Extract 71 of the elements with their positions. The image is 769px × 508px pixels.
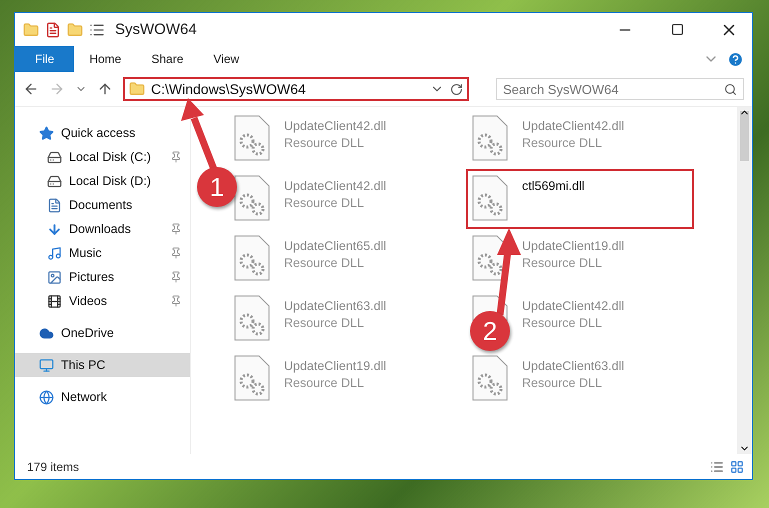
file-name: UpdateClient19.dll (522, 239, 624, 253)
scrollbar[interactable] (737, 107, 752, 454)
computer-icon (39, 358, 54, 372)
cloud-icon (39, 326, 54, 340)
file-name: UpdateClient42.dll (522, 119, 624, 133)
gear-file-icon (472, 355, 508, 401)
search-icon (724, 82, 737, 96)
file-type: Resource DLL (284, 256, 365, 270)
ribbon-tab[interactable]: Home (74, 46, 136, 72)
customize-icon[interactable] (89, 22, 105, 38)
gear-file-icon (472, 175, 508, 221)
large-icons-view-icon[interactable] (730, 460, 744, 474)
highlighted-file[interactable]: ctl569mi.dll (466, 169, 694, 229)
gear-file-icon (234, 295, 270, 341)
ribbon-tab[interactable]: Share (136, 46, 198, 72)
music-icon (47, 246, 62, 260)
maximize-icon[interactable] (670, 23, 684, 36)
item-count: 179 items (27, 460, 80, 474)
ribbon-tab[interactable]: View (198, 46, 254, 72)
address-field[interactable]: C:\Windows\SysWOW64 (123, 77, 469, 101)
file-type: Resource DLL (284, 196, 365, 210)
window-title: SysWOW64 (115, 21, 198, 38)
file-name: UpdateClient42.dll (284, 179, 386, 193)
file-type: Resource DLL (522, 256, 603, 270)
file-type: Resource DLL (284, 136, 365, 150)
gear-file-icon (234, 175, 270, 221)
downloads-icon (47, 222, 62, 236)
nav-item[interactable]: Documents (15, 193, 190, 217)
file-name: UpdateClient19.dll (284, 359, 386, 373)
folder-icon (129, 81, 145, 97)
file-type: Resource DLL (284, 376, 365, 390)
file-name: UpdateClient63.dll (522, 359, 624, 373)
file-name: UpdateClient42.dll (522, 299, 624, 313)
details-view-icon[interactable] (710, 460, 724, 474)
nav-item[interactable]: Network (15, 385, 190, 409)
documents-icon (47, 198, 62, 212)
gear-file-icon (472, 115, 508, 161)
scroll-thumb[interactable] (740, 110, 749, 160)
file-name: UpdateClient63.dll (284, 299, 386, 313)
drive-icon (47, 174, 62, 188)
file-type: Resource DLL (522, 136, 603, 150)
videos-icon (47, 294, 62, 308)
nav-item[interactable]: Local Disk (D:) (15, 169, 190, 193)
file-name: UpdateClient65.dll (284, 239, 386, 253)
nav-item[interactable]: Music (15, 241, 190, 265)
nav-item[interactable]: Quick access (15, 121, 190, 145)
gear-file-icon (234, 355, 270, 401)
nav-item[interactable]: OneDrive (15, 321, 190, 345)
properties-icon[interactable] (45, 22, 61, 38)
drive-icon (47, 150, 62, 164)
help-icon[interactable] (727, 50, 744, 68)
nav-item[interactable]: Pictures (15, 265, 190, 289)
file-name: UpdateClient42.dll (284, 119, 386, 133)
pictures-icon (47, 270, 62, 284)
file-name: ctl569mi.dll (522, 179, 585, 193)
file-type: Resource DLL (522, 316, 603, 330)
nav-item[interactable]: This PC (15, 353, 190, 377)
file-type: Resource DLL (522, 376, 603, 390)
nav-item[interactable]: Local Disk (C:) (15, 145, 190, 169)
file-type: Resource DLL (284, 316, 365, 330)
nav-item[interactable]: Videos (15, 289, 190, 313)
search-field[interactable]: Search SysWOW64 (496, 78, 744, 100)
refresh-icon[interactable] (450, 82, 463, 96)
star-icon (39, 126, 54, 140)
gear-file-icon (234, 235, 270, 281)
back-icon[interactable] (23, 81, 39, 97)
nav-item[interactable]: Downloads (15, 217, 190, 241)
ribbon-tab[interactable]: File (15, 46, 74, 72)
gear-file-icon (234, 115, 270, 161)
up-icon[interactable] (97, 81, 113, 97)
network-icon (39, 390, 54, 404)
